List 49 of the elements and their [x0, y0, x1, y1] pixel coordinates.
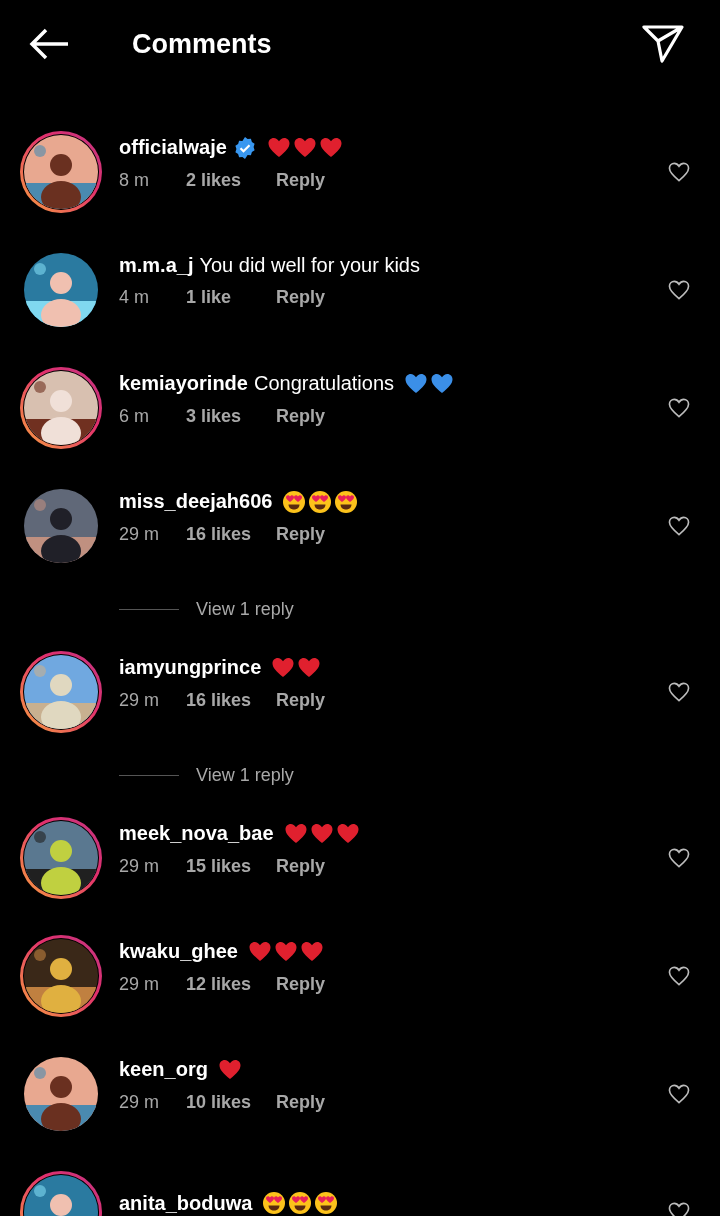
reply-button[interactable]: Reply	[276, 405, 326, 427]
username[interactable]: keen_org	[119, 1058, 208, 1081]
reply-button[interactable]: Reply	[276, 689, 326, 711]
username[interactable]: m.m.a_j	[119, 254, 194, 277]
like-count[interactable]: 15 likes	[186, 855, 276, 877]
view-replies-button[interactable]: View 1 reply	[196, 764, 294, 786]
like-heart-icon[interactable]	[668, 1202, 690, 1216]
reply-button[interactable]: Reply	[276, 1091, 326, 1113]
page-title: Comments	[132, 28, 273, 60]
reply-button[interactable]: Reply	[276, 169, 326, 191]
like-heart-icon[interactable]	[668, 516, 690, 536]
like-heart-icon[interactable]	[668, 682, 690, 702]
comment-time: 4 m	[119, 287, 150, 308]
username[interactable]: officialwaje	[119, 136, 227, 159]
username[interactable]: meek_nova_bae	[119, 822, 274, 845]
username[interactable]: anita_boduwa	[119, 1191, 253, 1215]
comment-time: 29 m	[119, 855, 161, 877]
like-count[interactable]: 16 likes	[186, 523, 276, 545]
comment-text: Congratulations	[253, 372, 395, 395]
username[interactable]: kemiayorinde	[119, 372, 248, 395]
comment-time: 29 m	[119, 1091, 161, 1113]
username[interactable]: miss_deejah606	[119, 490, 273, 513]
like-heart-icon[interactable]	[668, 1084, 690, 1104]
view-replies-button[interactable]: View 1 reply	[196, 598, 294, 620]
like-count[interactable]: 2 likes	[186, 169, 276, 191]
reply-button[interactable]: Reply	[276, 973, 326, 995]
like-count[interactable]: 10 likes	[186, 1091, 276, 1113]
comment-time: 6 m	[119, 405, 150, 427]
like-count[interactable]: 16 likes	[186, 689, 276, 711]
username[interactable]: kwaku_ghee	[119, 940, 238, 963]
comment-time: 8 m	[119, 169, 150, 191]
like-count[interactable]: 3 likes	[186, 405, 276, 427]
comment-time: 29 m	[119, 689, 161, 711]
like-heart-icon[interactable]	[668, 280, 690, 300]
like-heart-icon[interactable]	[668, 966, 690, 986]
reply-button[interactable]: Reply	[276, 855, 326, 877]
like-heart-icon[interactable]	[668, 162, 690, 182]
send-icon[interactable]	[642, 24, 684, 64]
reply-button[interactable]: Reply	[276, 523, 326, 545]
comment-time: 29 m	[119, 973, 161, 995]
like-count[interactable]: 1 like	[186, 287, 276, 308]
like-heart-icon[interactable]	[668, 848, 690, 868]
like-heart-icon[interactable]	[668, 398, 690, 418]
comment-text: You did well for your kids	[199, 254, 420, 277]
back-arrow-icon[interactable]	[28, 27, 70, 61]
username[interactable]: iamyungprince	[119, 656, 262, 679]
like-count[interactable]: 12 likes	[186, 973, 276, 995]
reply-button[interactable]: Reply	[276, 287, 326, 308]
comment-time: 29 m	[119, 523, 161, 545]
